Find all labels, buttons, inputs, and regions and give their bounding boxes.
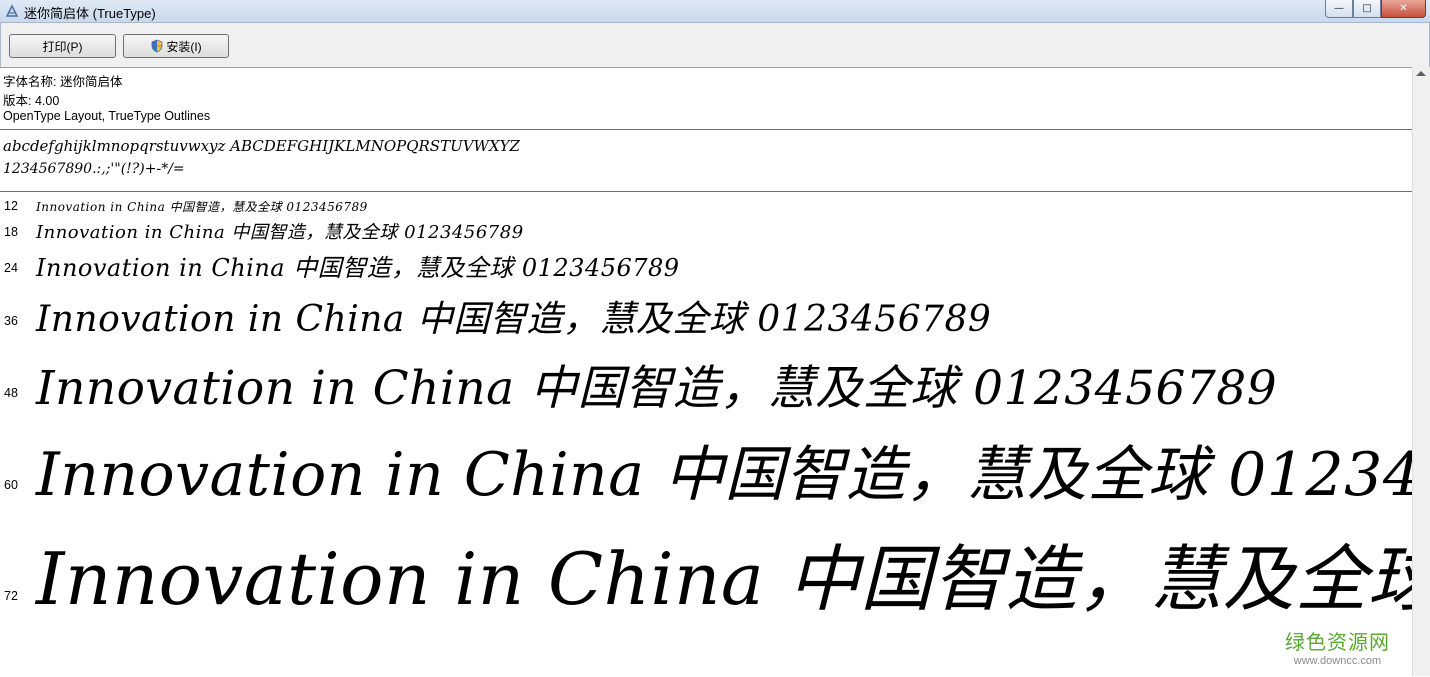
size-label-72: 72 xyxy=(4,589,18,603)
divider xyxy=(0,191,1412,192)
sample-line-48: Innovation in China 中国智造，慧及全球 0123456789 xyxy=(36,361,1278,416)
print-button-label: 打印(P) xyxy=(42,39,83,54)
size-label-60: 60 xyxy=(4,478,18,492)
print-button[interactable]: 打印(P) xyxy=(9,34,116,58)
size-label-18: 18 xyxy=(4,225,18,239)
sample-line-60: Innovation in China 中国智造，慧及全球 0123456789 xyxy=(36,440,1412,510)
watermark-url: www.downcc.com xyxy=(1293,655,1382,667)
watermark: 绿色资源网 www.downcc.com xyxy=(1285,626,1390,667)
toolbar: 打印(P) 安装(I) xyxy=(0,23,1430,67)
maximize-icon: □ xyxy=(1362,3,1372,14)
charset-symbols: 1234567890.:,;'"(!?)+-*/= xyxy=(3,161,185,177)
watermark-title: 绿色资源网 xyxy=(1285,630,1390,654)
install-button-label: 安装(I) xyxy=(166,39,202,54)
uac-shield-icon xyxy=(151,39,163,53)
font-app-icon xyxy=(5,4,19,17)
version-line: 版本: 4.00 xyxy=(3,94,60,108)
close-icon: ✕ xyxy=(1399,3,1408,14)
font-preview-pane: 字体名称: 迷你简启体 版本: 4.00 OpenType Layout, Tr… xyxy=(0,67,1412,677)
size-label-36: 36 xyxy=(4,314,18,328)
font-name-line: 字体名称: 迷你简启体 xyxy=(3,75,123,89)
outline-type-line: OpenType Layout, TrueType Outlines xyxy=(3,109,211,123)
sample-line-24: Innovation in China 中国智造，慧及全球 0123456789 xyxy=(36,254,680,282)
size-label-48: 48 xyxy=(4,386,18,400)
sample-line-12: Innovation in China 中国智造，慧及全球 0123456789 xyxy=(36,200,368,214)
window-controls: — □ ✕ xyxy=(1325,0,1426,18)
sample-line-72: Innovation in China 中国智造，慧及全球 0123456789 xyxy=(36,537,1412,621)
minimize-icon: — xyxy=(1334,3,1344,14)
divider xyxy=(0,129,1412,130)
title-bar: 迷你简启体 (TrueType) — □ ✕ xyxy=(0,0,1430,23)
sample-line-18: Innovation in China 中国智造，慧及全球 0123456789 xyxy=(36,222,524,243)
minimize-button[interactable]: — xyxy=(1325,0,1353,18)
charset-letters: abcdefghijklmnopqrstuvwxyz ABCDEFGHIJKLM… xyxy=(3,137,520,155)
maximize-button[interactable]: □ xyxy=(1353,0,1381,18)
window-title: 迷你简启体 (TrueType) xyxy=(24,6,156,21)
sample-line-36: Innovation in China 中国智造，慧及全球 0123456789 xyxy=(36,299,992,340)
close-button[interactable]: ✕ xyxy=(1381,0,1426,18)
size-label-12: 12 xyxy=(4,199,18,213)
size-label-24: 24 xyxy=(4,261,18,275)
install-button[interactable]: 安装(I) xyxy=(123,34,229,58)
scroll-up-arrow-icon[interactable] xyxy=(1416,71,1426,76)
vertical-scrollbar[interactable] xyxy=(1412,67,1430,676)
